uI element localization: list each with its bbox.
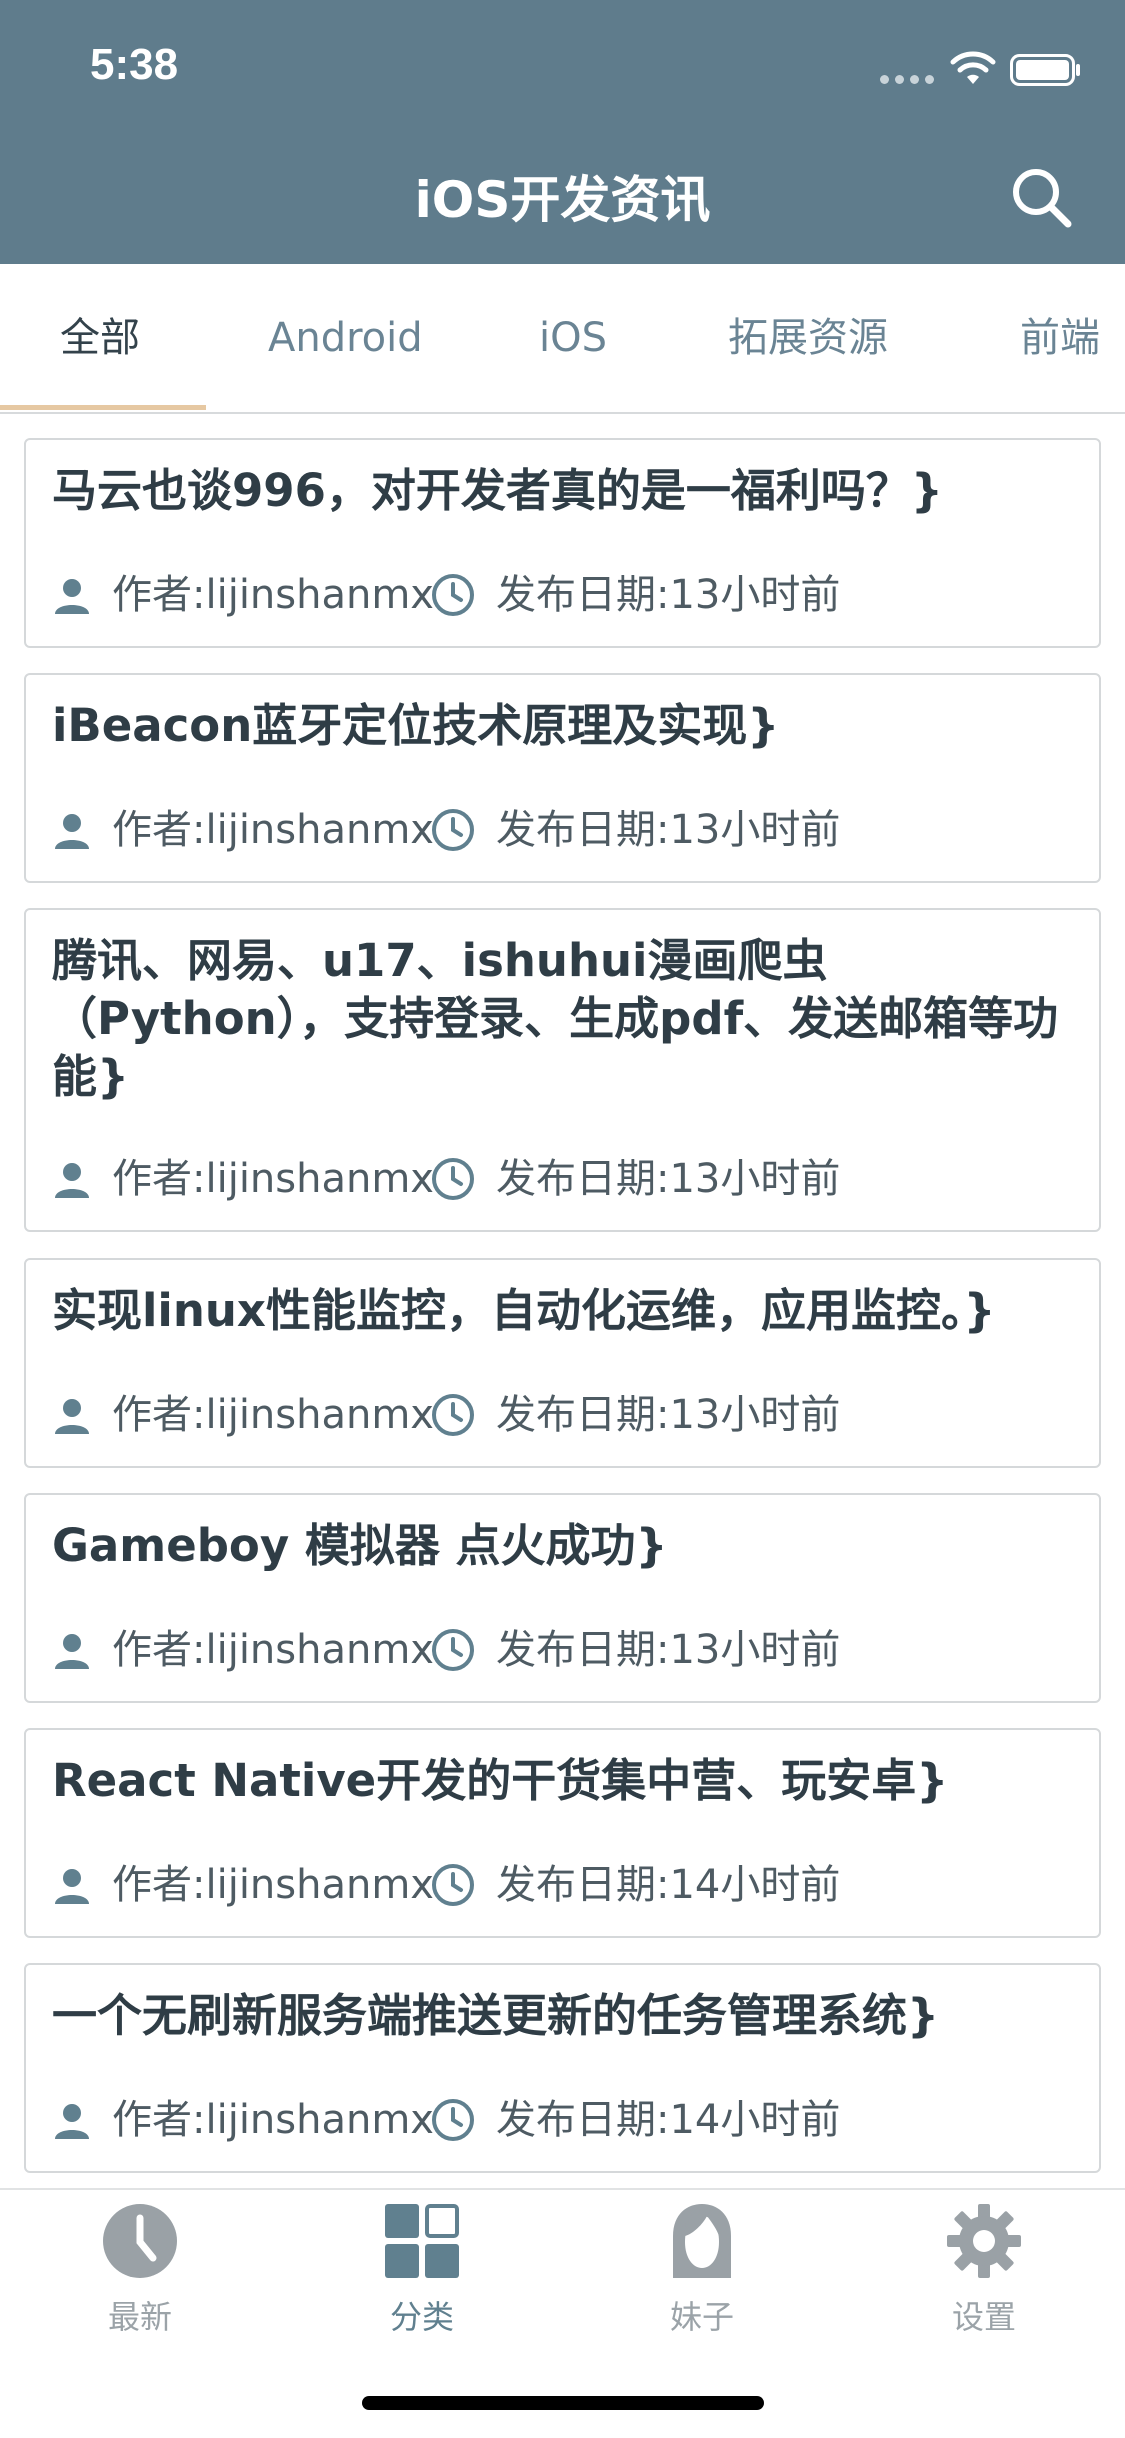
- nav-header: 5:38 iOS开发资讯: [0, 0, 1125, 264]
- tab-extended-resources[interactable]: 拓展资源: [728, 264, 888, 412]
- article-card[interactable]: Gameboy 模拟器 点火成功} 作者:lijinshanmx 发布日期:13…: [24, 1493, 1101, 1703]
- girl-icon: [673, 2204, 731, 2278]
- article-author: 作者:lijinshanmx: [112, 1862, 434, 1908]
- article-title: 一个无刷新服务端推送更新的任务管理系统}: [52, 1989, 940, 2042]
- person-icon: [55, 1163, 89, 1198]
- person-icon: [55, 1399, 89, 1434]
- article-author: 作者:lijinshanmx: [112, 1392, 434, 1438]
- search-icon[interactable]: [1010, 166, 1072, 228]
- article-author: 作者:lijinshanmx: [112, 572, 434, 618]
- clock-icon: [432, 1394, 474, 1436]
- article-card[interactable]: 马云也谈996，对开发者真的是一福利吗？} 作者:lijinshanmx 发布日…: [24, 438, 1101, 648]
- article-date: 发布日期:13小时前: [496, 572, 841, 618]
- tab-ios[interactable]: iOS: [539, 264, 607, 412]
- clock-icon: [432, 1158, 474, 1200]
- tabbar-label: 设置: [951, 2298, 1016, 2336]
- article-meta: 作者:lijinshanmx 发布日期:13小时前: [52, 803, 1082, 857]
- article-title: 实现linux性能监控，自动化运维，应用监控。}: [52, 1284, 996, 1337]
- article-meta: 作者:lijinshanmx 发布日期:14小时前: [52, 2093, 1082, 2147]
- person-icon: [55, 814, 89, 849]
- article-title: 马云也谈996，对开发者真的是一福利吗？}: [52, 464, 943, 517]
- article-date: 发布日期:13小时前: [496, 1627, 841, 1673]
- tab-all[interactable]: 全部: [60, 264, 140, 412]
- article-title: 腾讯、网易、u17、ishuhui漫画爬虫（Python），支持登录、生成pdf…: [52, 934, 1059, 1103]
- article-meta: 作者:lijinshanmx 发布日期:13小时前: [52, 568, 1082, 622]
- article-title: React Native开发的干货集中营、玩安卓}: [52, 1754, 949, 1807]
- clock-icon: [432, 574, 474, 616]
- category-tabs: 全部 Android iOS 拓展资源 前端: [0, 264, 1125, 414]
- tabbar-item-girl[interactable]: 妹子: [612, 2202, 792, 2352]
- person-icon: [55, 579, 89, 614]
- article-title: Gameboy 模拟器 点火成功}: [52, 1519, 668, 1572]
- clock-icon: [432, 1864, 474, 1906]
- clock-icon: [432, 1629, 474, 1671]
- tabbar-item-category[interactable]: 分类: [332, 2202, 512, 2352]
- tabbar-label: 妹子: [669, 2298, 734, 2336]
- battery-icon: [1010, 54, 1080, 86]
- tabbar-item-latest[interactable]: 最新: [50, 2202, 230, 2352]
- clock-icon: [432, 2099, 474, 2141]
- article-author: 作者:lijinshanmx: [112, 1156, 434, 1202]
- article-meta: 作者:lijinshanmx 发布日期:13小时前: [52, 1388, 1082, 1442]
- article-author: 作者:lijinshanmx: [112, 807, 434, 853]
- gear-icon: [947, 2204, 1021, 2278]
- page-title: iOS开发资讯: [414, 171, 711, 229]
- article-card[interactable]: React Native开发的干货集中营、玩安卓} 作者:lijinshanmx…: [24, 1728, 1101, 1938]
- article-card[interactable]: 实现linux性能监控，自动化运维，应用监控。} 作者:lijinshanmx …: [24, 1258, 1101, 1468]
- person-icon: [55, 2104, 89, 2139]
- tabbar-item-settings[interactable]: 设置: [894, 2202, 1074, 2352]
- article-date: 发布日期:13小时前: [496, 807, 841, 853]
- wifi-icon: [950, 51, 996, 84]
- tab-indicator: [0, 405, 206, 410]
- signal-icon: [880, 75, 934, 84]
- grid-icon: [385, 2204, 459, 2278]
- tabbar-label: 分类: [389, 2298, 454, 2336]
- clock-icon: [432, 809, 474, 851]
- home-indicator: [362, 2396, 764, 2410]
- article-author: 作者:lijinshanmx: [112, 1627, 434, 1673]
- article-date: 发布日期:13小时前: [496, 1156, 841, 1202]
- person-icon: [55, 1634, 89, 1669]
- person-icon: [55, 1869, 89, 1904]
- article-date: 发布日期:13小时前: [496, 1392, 841, 1438]
- article-meta: 作者:lijinshanmx 发布日期:14小时前: [52, 1858, 1082, 1912]
- article-card[interactable]: 腾讯、网易、u17、ishuhui漫画爬虫（Python），支持登录、生成pdf…: [24, 908, 1101, 1232]
- article-card[interactable]: 一个无刷新服务端推送更新的任务管理系统} 作者:lijinshanmx 发布日期…: [24, 1963, 1101, 2173]
- tab-frontend[interactable]: 前端: [1020, 264, 1100, 412]
- tab-android[interactable]: Android: [268, 264, 423, 412]
- article-card[interactable]: iBeacon蓝牙定位技术原理及实现} 作者:lijinshanmx 发布日期:…: [24, 673, 1101, 883]
- article-meta: 作者:lijinshanmx 发布日期:13小时前: [52, 1623, 1082, 1677]
- article-author: 作者:lijinshanmx: [112, 2097, 434, 2143]
- status-time: 5:38: [90, 40, 179, 89]
- article-date: 发布日期:14小时前: [496, 2097, 841, 2143]
- article-date: 发布日期:14小时前: [496, 1862, 841, 1908]
- article-title: iBeacon蓝牙定位技术原理及实现}: [52, 699, 780, 752]
- article-meta: 作者:lijinshanmx 发布日期:13小时前: [52, 1152, 1082, 1206]
- clock-icon: [103, 2204, 177, 2278]
- tabbar-label: 最新: [107, 2298, 172, 2336]
